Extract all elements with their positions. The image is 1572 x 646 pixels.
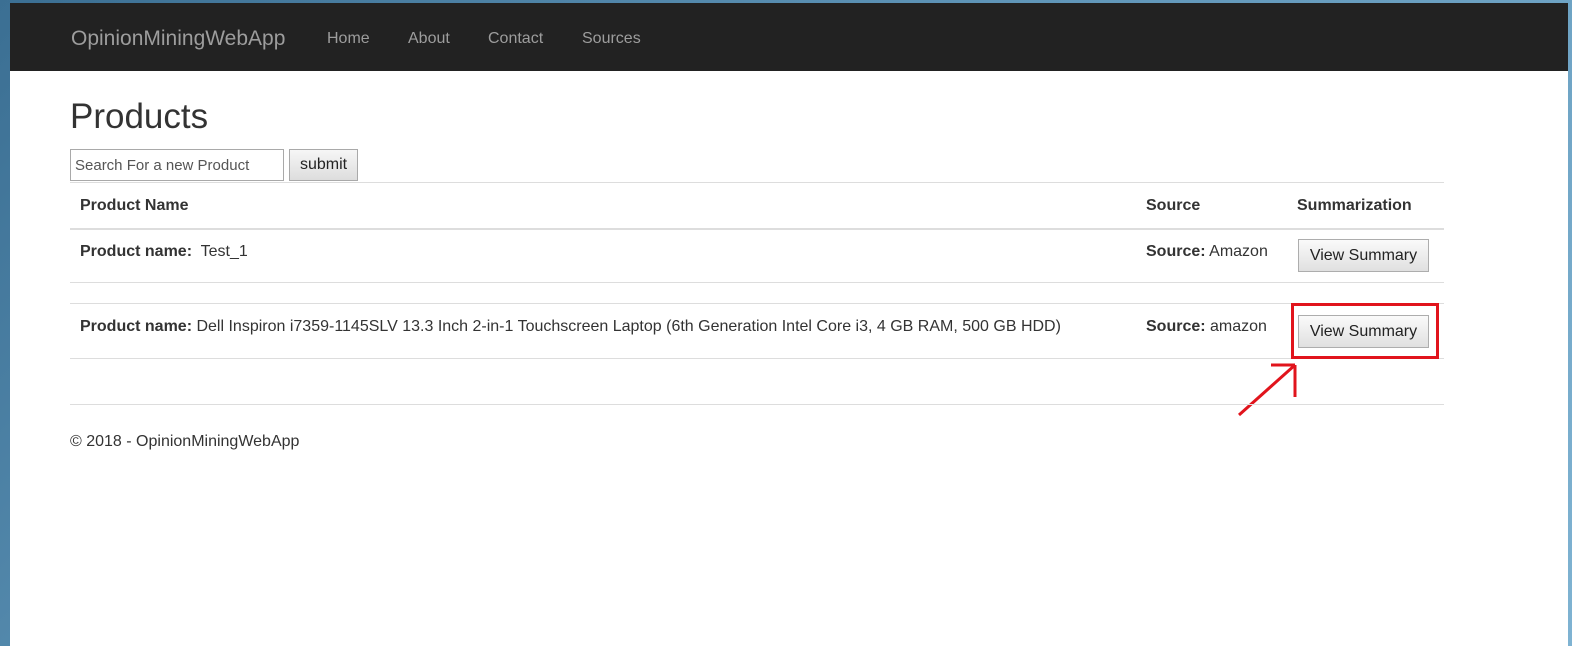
source-label: Source: [1146, 243, 1206, 260]
product-name-label: Product name: [80, 318, 193, 335]
nav-sources[interactable]: Sources [582, 29, 641, 49]
source-cell: Source: amazon [1146, 317, 1267, 337]
row-divider [70, 358, 1444, 359]
table-header-border [70, 228, 1444, 230]
browser-page: OpinionMiningWebApp Home About Contact S… [10, 3, 1568, 646]
source-cell: Source: Amazon [1146, 242, 1268, 262]
annotation-highlight-box [1291, 303, 1439, 359]
table-top-border [70, 182, 1444, 183]
product-name-cell: Product name: Dell Inspiron i7359-1145SL… [80, 317, 1061, 337]
source-value: amazon [1210, 318, 1267, 335]
source-value: Amazon [1209, 243, 1268, 260]
header-product-name: Product Name [80, 197, 189, 214]
nav-home[interactable]: Home [327, 29, 370, 49]
row-divider [70, 282, 1444, 283]
product-name-value: Dell Inspiron i7359-1145SLV 13.3 Inch 2-… [196, 318, 1061, 335]
row-divider [70, 303, 1444, 304]
nav-contact[interactable]: Contact [488, 29, 543, 49]
page-title: Products [70, 97, 209, 136]
footer-copyright: © 2018 - OpinionMiningWebApp [70, 433, 300, 450]
product-name-label: Product name: [80, 243, 193, 260]
product-name-cell: Product name: Test_1 [80, 242, 248, 262]
header-source: Source [1146, 197, 1201, 214]
navbar: OpinionMiningWebApp Home About Contact S… [10, 3, 1568, 71]
brand-link[interactable]: OpinionMiningWebApp [71, 27, 285, 51]
search-input[interactable] [70, 149, 284, 181]
nav-about[interactable]: About [408, 29, 450, 49]
header-summarization: Summarization [1297, 197, 1412, 214]
submit-button[interactable]: submit [289, 149, 358, 181]
view-summary-button[interactable]: View Summary [1298, 239, 1429, 272]
annotation-arrow-icon [1238, 363, 1297, 417]
product-name-value: Test_1 [200, 243, 248, 260]
source-label: Source: [1146, 318, 1206, 335]
footer-divider [70, 404, 1444, 405]
